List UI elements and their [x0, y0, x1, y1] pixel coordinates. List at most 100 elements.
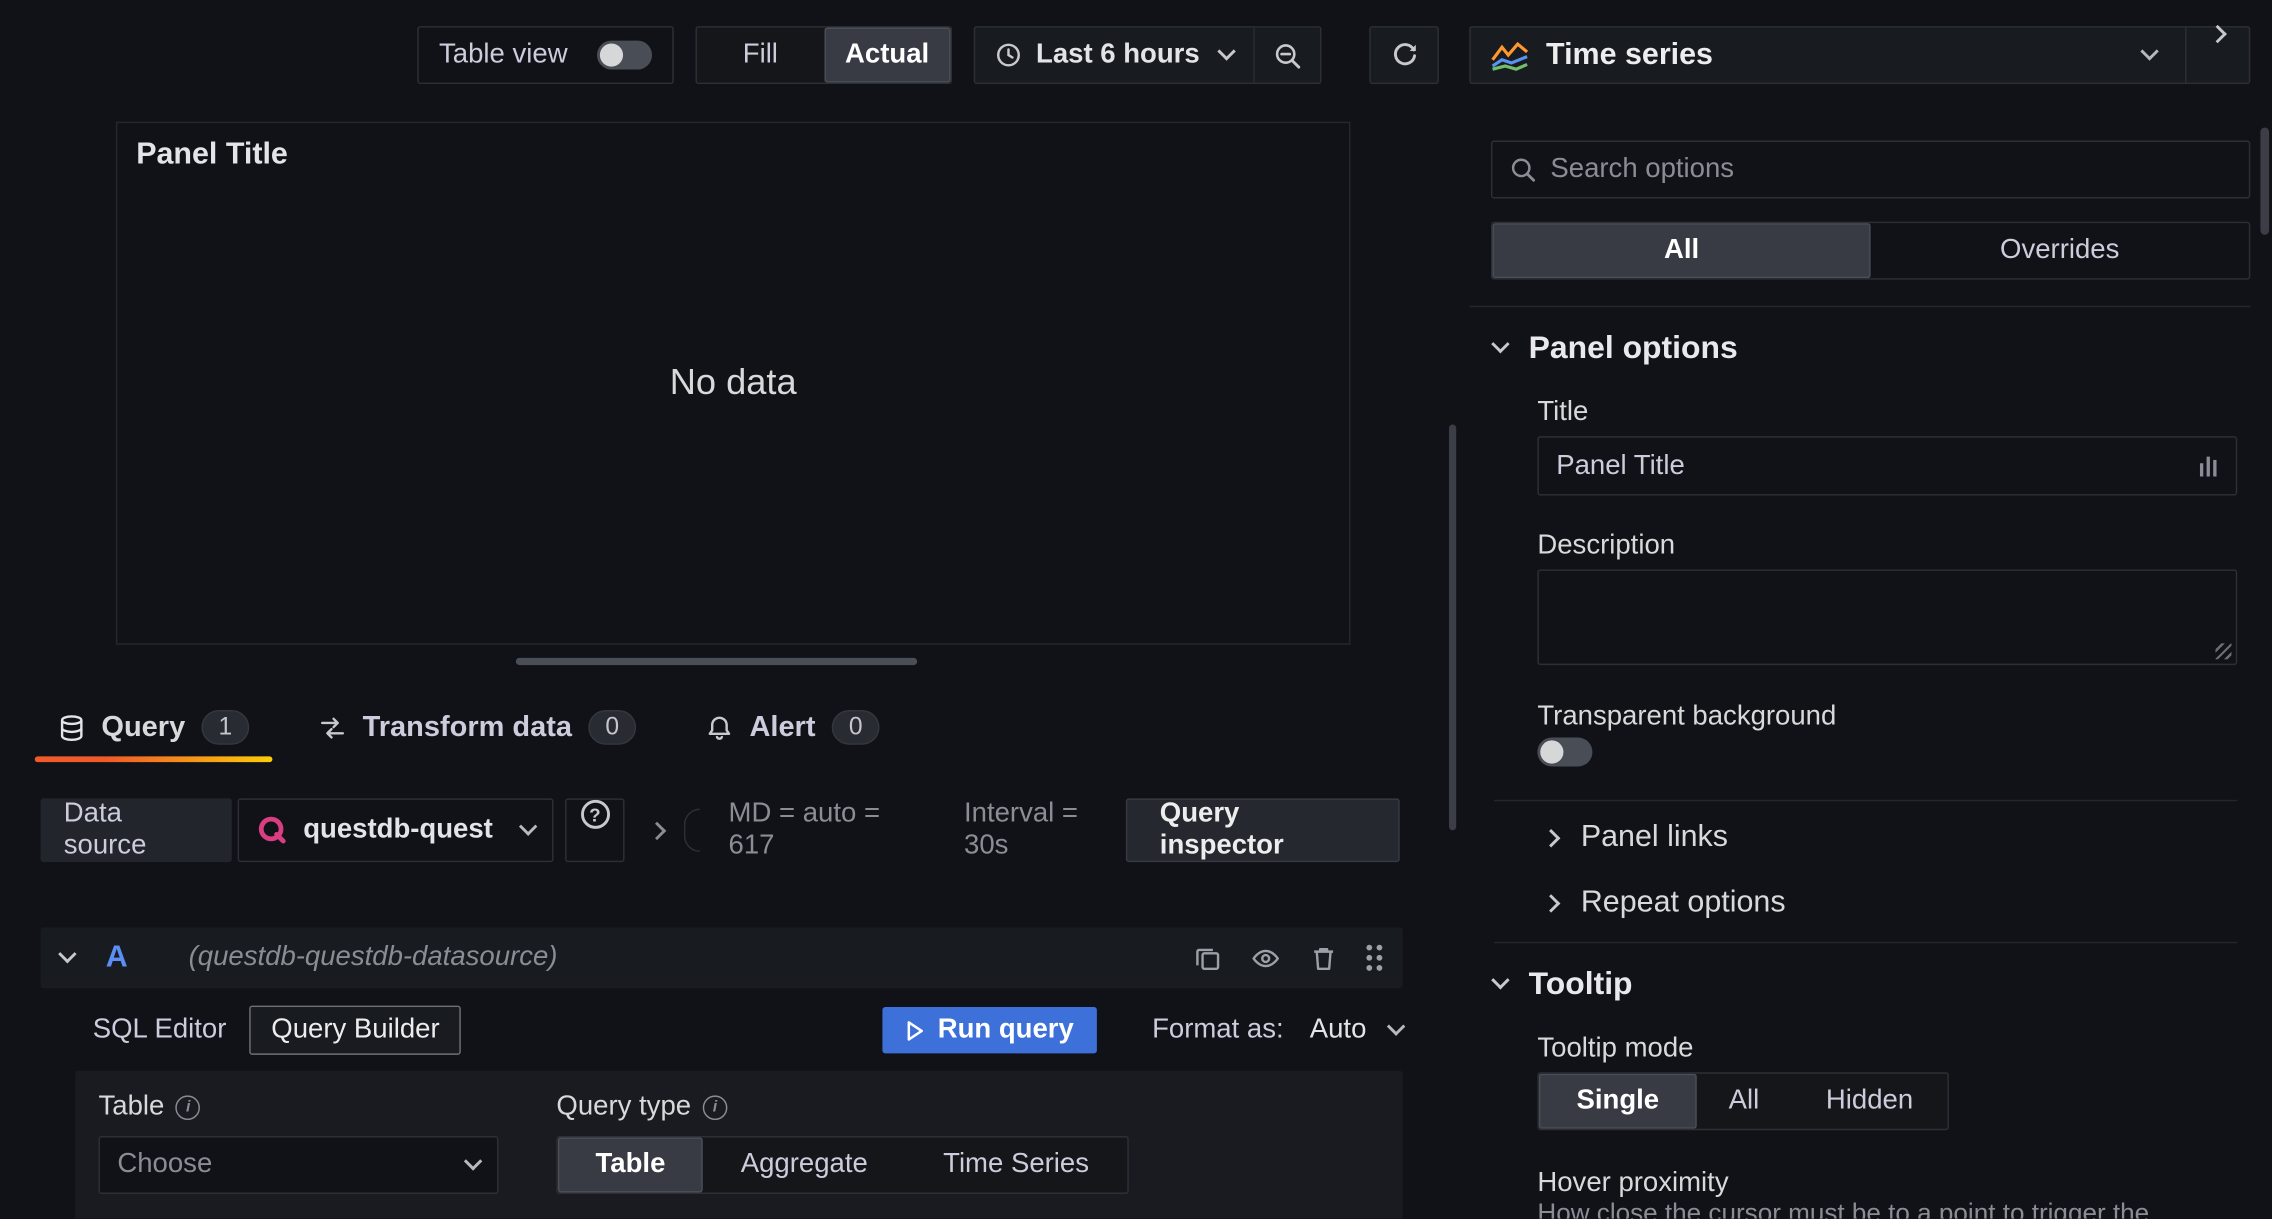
tooltip-mode-all-option[interactable]: All [1697, 1074, 1791, 1129]
chevron-down-icon [463, 1152, 483, 1171]
description-field-label: Description [1537, 530, 1676, 561]
description-field [1537, 569, 2238, 666]
max-data-points-text: MD = auto = 617 [728, 798, 881, 861]
tab-transform-data[interactable]: Transform data 0 [290, 696, 665, 760]
tab-query[interactable]: Query 1 [29, 696, 279, 763]
tooltip-mode-hidden-label: Hidden [1825, 1085, 1914, 1116]
database-icon [58, 714, 86, 742]
run-query-button[interactable]: Run query [882, 1007, 1098, 1054]
clock-icon [995, 42, 1021, 68]
format-as-select[interactable]: Auto [1309, 1014, 1406, 1046]
datasource-name: questdb-quest [303, 814, 493, 845]
table-view-switch[interactable] [596, 40, 653, 70]
sidebar-scrollbar[interactable] [2260, 127, 2270, 235]
tooltip-mode-single-option[interactable]: Single [1538, 1073, 1697, 1129]
grafana-panel-editor: Table view Fill Actual Last 6 hours Time… [0, 0, 2272, 1219]
datasource-picker[interactable]: questdb-quest [237, 798, 554, 863]
bell-icon [706, 714, 734, 742]
input-adornment-icon [2198, 454, 2218, 477]
query-type-table-label: Table [595, 1149, 666, 1180]
tooltip-mode-hidden-option[interactable]: Hidden [1791, 1074, 1948, 1129]
options-search-box [1491, 140, 2251, 199]
viz-picker[interactable]: Time series [1469, 24, 2251, 85]
options-search-input[interactable] [1550, 153, 2232, 186]
panel-links-section-header[interactable]: Panel links [1541, 820, 1728, 855]
vertical-scrollbar[interactable] [1448, 424, 1457, 831]
table-select[interactable]: Choose [98, 1136, 499, 1194]
alert-count-badge: 0 [831, 710, 880, 745]
query-type-aggregate-label: Aggregate [740, 1149, 868, 1180]
options-filter-tabs: All Overrides [1491, 221, 2251, 280]
chevron-right-icon [1541, 893, 1561, 912]
table-field-label: Table [98, 1091, 165, 1122]
chevron-right-icon[interactable] [648, 821, 667, 840]
interval-text: Interval = 30s [964, 798, 1079, 861]
panel-title-input[interactable] [1556, 449, 2187, 482]
clipped-options-pill [683, 808, 700, 853]
datasource-label-chip: Data source [40, 798, 233, 863]
filter-tab-all[interactable]: All [1492, 223, 1871, 279]
fill-option-label: Fill [742, 39, 778, 70]
chevron-down-icon [2140, 42, 2159, 61]
chevron-down-icon [1491, 334, 1510, 354]
hide-query-eye-icon[interactable] [1250, 944, 1280, 972]
query-type-aggregate-option[interactable]: Aggregate [703, 1137, 905, 1192]
query-datasource-hint: (questdb-questdb-datasource) [188, 941, 558, 973]
repeat-options-section-header[interactable]: Repeat options [1541, 885, 1786, 920]
table-view-toggle-group: Table view [417, 26, 674, 85]
screenshot-root: { "colors": { "accent_blue": "#3d71d9", … [0, 0, 2272, 1219]
collapse-query-row-icon[interactable] [58, 944, 77, 964]
transparent-background-label: Transparent background [1537, 701, 1837, 732]
fill-actual-radio-group: Fill Actual [695, 26, 952, 85]
format-as-value: Auto [1309, 1014, 1367, 1045]
delete-query-trash-icon[interactable] [1310, 944, 1338, 972]
tooltip-title: Tooltip [1528, 965, 1633, 1002]
tooltip-mode-single-label: Single [1576, 1085, 1660, 1116]
transform-count-badge: 0 [587, 710, 637, 745]
query-refid[interactable]: A [106, 940, 128, 975]
fill-option[interactable]: Fill [697, 28, 824, 83]
drag-handle-icon[interactable] [1366, 944, 1383, 971]
query-type-timeseries-label: Time Series [943, 1149, 1089, 1180]
horizontal-scrollbar[interactable] [515, 657, 918, 666]
actual-option-label: Actual [845, 39, 930, 70]
editor-tabs: Query 1 Transform data 0 Alert 0 [29, 696, 909, 763]
chevron-right-icon [2208, 24, 2227, 44]
query-type-timeseries-option[interactable]: Time Series [905, 1137, 1126, 1192]
query-inspector-button[interactable]: Query inspector [1126, 798, 1400, 863]
panel-preview: Panel Title No data [115, 121, 1351, 645]
run-query-label: Run query [937, 1014, 1074, 1045]
viz-picker-label: Time series [1546, 37, 1713, 72]
table-select-value: Choose [117, 1149, 213, 1180]
transparent-background-switch[interactable] [1537, 737, 1593, 767]
no-data-message: No data [669, 362, 797, 403]
chevron-down-icon [518, 817, 538, 836]
datasource-help-button[interactable]: ? [565, 798, 625, 863]
panel-options-section-header[interactable]: Panel options [1491, 329, 1738, 367]
format-as-label: Format as: [1152, 1014, 1284, 1045]
query-type-table-option[interactable]: Table [557, 1137, 704, 1193]
zoom-out-time-button[interactable] [1254, 26, 1322, 85]
filter-tab-overrides-label: Overrides [2000, 234, 2120, 266]
tab-transform-label: Transform data [362, 710, 573, 743]
datasource-label: Data source [63, 798, 147, 861]
hover-proximity-label: Hover proximity [1537, 1167, 1729, 1199]
tooltip-section-header[interactable]: Tooltip [1491, 965, 1633, 1003]
description-textarea[interactable] [1538, 570, 2236, 664]
refresh-icon [1390, 41, 1418, 69]
divider [1469, 305, 2251, 308]
tab-alert[interactable]: Alert 0 [677, 696, 909, 760]
query-builder-option[interactable]: Query Builder [249, 1005, 462, 1055]
filter-tab-overrides[interactable]: Overrides [1871, 223, 2249, 278]
hover-proximity-help-text: How close the cursor must be to a point … [1537, 1198, 2150, 1219]
sql-editor-option[interactable]: SQL Editor [75, 1007, 243, 1053]
collapse-options-pane-button[interactable] [2185, 24, 2249, 83]
table-view-label: Table view [439, 39, 568, 70]
refresh-button[interactable] [1369, 26, 1439, 85]
chevron-down-icon [1217, 42, 1236, 61]
resize-handle-icon[interactable] [2215, 643, 2232, 660]
time-range-picker[interactable]: Last 6 hours [973, 26, 1255, 85]
duplicate-query-icon[interactable] [1194, 944, 1222, 972]
query-type-radio-group: Table Aggregate Time Series [556, 1136, 1129, 1194]
actual-option[interactable]: Actual [823, 27, 951, 83]
